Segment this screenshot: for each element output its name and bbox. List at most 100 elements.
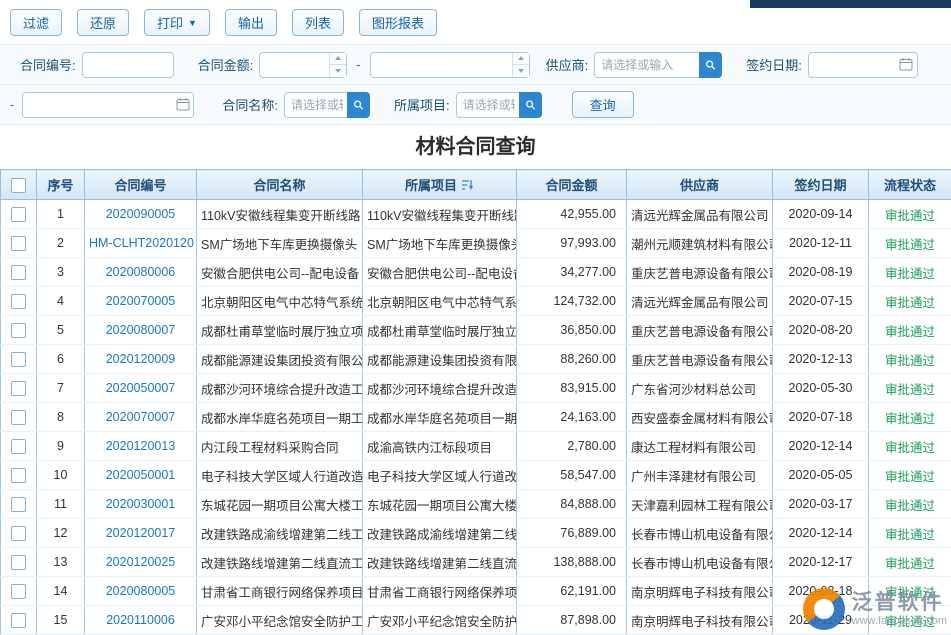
contract-name-search-icon[interactable] bbox=[347, 92, 370, 118]
column-header-label: 签约日期 bbox=[794, 178, 846, 193]
query-button[interactable]: 查询 bbox=[572, 91, 634, 118]
project-cell: 成都水岸华庭名苑项目一期工 bbox=[363, 403, 517, 432]
column-header-name[interactable]: 合同名称 bbox=[197, 170, 363, 200]
amount-cell: 34,277.00 bbox=[517, 258, 627, 287]
seq-cell: 13 bbox=[37, 548, 85, 577]
row-checkbox[interactable] bbox=[11, 236, 26, 251]
amount-label: 合同金额: bbox=[198, 55, 254, 74]
row-checkbox[interactable] bbox=[11, 468, 26, 483]
row-checkbox[interactable] bbox=[11, 410, 26, 425]
contract-name-cell: 成都沙河环境综合提升改造工 bbox=[197, 374, 363, 403]
status-cell: 审批通过 bbox=[869, 229, 951, 258]
spinner-up-icon[interactable] bbox=[513, 53, 529, 65]
contract-no-link[interactable]: HM-CLHT2020120 bbox=[85, 229, 197, 258]
status-cell: 审批通过 bbox=[869, 432, 951, 461]
amount-cell: 36,850.00 bbox=[517, 316, 627, 345]
supplier-search-icon[interactable] bbox=[699, 52, 722, 78]
contract-name-cell: 东城花园一期项目公寓大楼工 bbox=[197, 490, 363, 519]
seq-cell: 2 bbox=[37, 229, 85, 258]
column-header-date[interactable]: 签约日期 bbox=[773, 170, 869, 200]
toolbar-button-print[interactable]: 打印▼ bbox=[144, 9, 210, 36]
project-search-icon[interactable] bbox=[519, 92, 542, 118]
contract-no-link[interactable]: 2020080007 bbox=[85, 316, 197, 345]
supplier-cell: 重庆艺普电源设备有限公司 bbox=[627, 258, 773, 287]
project-cell: 甘肃省工商银行网络保养项目 bbox=[363, 577, 517, 606]
contract-no-link[interactable]: 2020120009 bbox=[85, 345, 197, 374]
status-cell: 审批通过 bbox=[869, 577, 951, 606]
sign-date-cell: 2020-08-19 bbox=[773, 258, 869, 287]
contract-no-link[interactable]: 2020070007 bbox=[85, 403, 197, 432]
row-checkbox[interactable] bbox=[11, 381, 26, 396]
table-row: 112020030001东城花园一期项目公寓大楼工东城花园一期项目公寓大楼工84… bbox=[1, 490, 951, 519]
contract-no-link[interactable]: 2020120013 bbox=[85, 432, 197, 461]
table-row: 32020080006安徽合肥供电公司--配电设备安徽合肥供电公司--配电设备3… bbox=[1, 258, 951, 287]
contract-no-link[interactable]: 2020120025 bbox=[85, 548, 197, 577]
column-header-no[interactable]: 合同编号 bbox=[85, 170, 197, 200]
column-header-seq[interactable]: 序号 bbox=[37, 170, 85, 200]
project-cell: 110kV安徽线程集变开断线路 bbox=[363, 200, 517, 229]
calendar-icon[interactable] bbox=[175, 97, 190, 112]
supplier-cell: 重庆艺普电源设备有限公司 bbox=[627, 345, 773, 374]
amount-cell: 42,955.00 bbox=[517, 200, 627, 229]
row-checkbox-cell bbox=[1, 490, 37, 519]
column-header-label: 合同编号 bbox=[114, 178, 166, 193]
status-cell: 审批通过 bbox=[869, 258, 951, 287]
row-checkbox[interactable] bbox=[11, 555, 26, 570]
column-header-label: 流程状态 bbox=[884, 178, 936, 193]
contract-no-link[interactable]: 2020080006 bbox=[85, 258, 197, 287]
contract-no-link[interactable]: 2020120017 bbox=[85, 519, 197, 548]
column-header-supplier[interactable]: 供应商 bbox=[627, 170, 773, 200]
contract-no-link[interactable]: 2020050001 bbox=[85, 461, 197, 490]
row-checkbox[interactable] bbox=[11, 584, 26, 599]
spinner-down-icon[interactable] bbox=[513, 64, 529, 77]
toolbar-button-list[interactable]: 列表 bbox=[292, 9, 344, 36]
amount-cell: 88,260.00 bbox=[517, 345, 627, 374]
calendar-icon[interactable] bbox=[899, 57, 914, 72]
row-checkbox[interactable] bbox=[11, 439, 26, 454]
row-checkbox-cell bbox=[1, 461, 37, 490]
sign-date-cell: 2020-08-18 bbox=[773, 577, 869, 606]
row-checkbox[interactable] bbox=[11, 352, 26, 367]
project-cell: 电子科技大学区域人行道改造 bbox=[363, 461, 517, 490]
sort-icon[interactable] bbox=[461, 179, 474, 194]
table-row: 132020120025改建铁路线增建第二线直流工改建铁路线增建第二线直流工13… bbox=[1, 548, 951, 577]
contract-no-link[interactable]: 2020080005 bbox=[85, 577, 197, 606]
table-row: 152020110006广安邓小平纪念馆安全防护工广安邓小平纪念馆安全防护工87… bbox=[1, 606, 951, 635]
row-checkbox[interactable] bbox=[11, 265, 26, 280]
row-checkbox[interactable] bbox=[11, 497, 26, 512]
contract-no-link[interactable]: 2020110006 bbox=[85, 606, 197, 635]
select-all-checkbox[interactable] bbox=[11, 178, 26, 193]
sign-date-cell: 2020-08-20 bbox=[773, 316, 869, 345]
toolbar-button-filter[interactable]: 过滤 bbox=[10, 9, 62, 36]
toolbar-button-chart-report[interactable]: 图形报表 bbox=[359, 9, 437, 36]
toolbar-button-export[interactable]: 输出 bbox=[225, 9, 277, 36]
row-checkbox-cell bbox=[1, 229, 37, 258]
contract-no-input[interactable] bbox=[82, 52, 174, 78]
spinner-down-icon[interactable] bbox=[330, 64, 346, 77]
contract-name-cell: 成都水岸华庭名苑项目一期工 bbox=[197, 403, 363, 432]
toolbar-button-restore[interactable]: 还原 bbox=[77, 9, 129, 36]
seq-cell: 7 bbox=[37, 374, 85, 403]
contract-name-cell: 广安邓小平纪念馆安全防护工 bbox=[197, 606, 363, 635]
filter-row-2: - 合同名称: 所属项目: bbox=[0, 85, 951, 125]
contract-no-link[interactable]: 2020050007 bbox=[85, 374, 197, 403]
contract-no-link[interactable]: 2020030001 bbox=[85, 490, 197, 519]
row-checkbox[interactable] bbox=[11, 613, 26, 628]
column-header-amount[interactable]: 合同金额 bbox=[517, 170, 627, 200]
spinner-up-icon[interactable] bbox=[330, 53, 346, 65]
amount-cell: 87,898.00 bbox=[517, 606, 627, 635]
row-checkbox[interactable] bbox=[11, 294, 26, 309]
row-checkbox-cell bbox=[1, 432, 37, 461]
seq-cell: 14 bbox=[37, 577, 85, 606]
amount-max-input[interactable] bbox=[370, 52, 530, 78]
contract-no-link[interactable]: 2020090005 bbox=[85, 200, 197, 229]
row-checkbox[interactable] bbox=[11, 526, 26, 541]
contract-no-link[interactable]: 2020070005 bbox=[85, 287, 197, 316]
sign-date-to-input[interactable] bbox=[22, 92, 194, 118]
column-header-status[interactable]: 流程状态 bbox=[869, 170, 951, 200]
amount-range-separator: - bbox=[356, 57, 360, 72]
column-header-project[interactable]: 所属项目 bbox=[363, 170, 517, 200]
row-checkbox[interactable] bbox=[11, 207, 26, 222]
contract-name-cell: 安徽合肥供电公司--配电设备 bbox=[197, 258, 363, 287]
row-checkbox[interactable] bbox=[11, 323, 26, 338]
